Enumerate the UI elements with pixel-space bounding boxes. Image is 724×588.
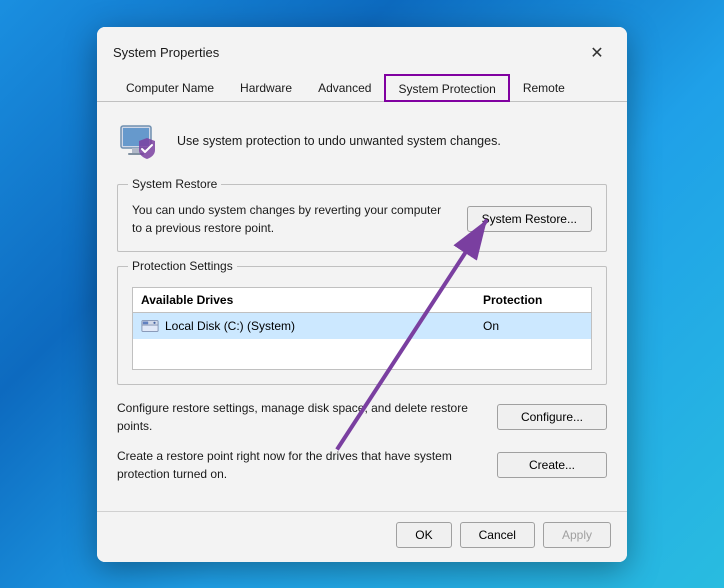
col-drive-header: Available Drives (141, 293, 483, 307)
restore-row: You can undo system changes by reverting… (132, 201, 592, 237)
cancel-button[interactable]: Cancel (460, 522, 535, 548)
system-properties-dialog: System Properties ✕ Computer Name Hardwa… (97, 27, 627, 562)
table-row[interactable]: Local Disk (C:) (System) On (133, 313, 591, 339)
configure-button[interactable]: Configure... (497, 404, 607, 430)
restore-description: You can undo system changes by reverting… (132, 201, 451, 237)
create-button[interactable]: Create... (497, 452, 607, 478)
dialog-footer: OK Cancel Apply (97, 511, 627, 562)
create-row: Create a restore point right now for the… (117, 447, 607, 483)
configure-row: Configure restore settings, manage disk … (117, 399, 607, 435)
system-restore-section: System Restore You can undo system chang… (117, 184, 607, 252)
title-bar: System Properties ✕ (97, 27, 627, 67)
tab-system-protection[interactable]: System Protection (384, 74, 509, 102)
table-empty-space (133, 339, 591, 369)
tab-remote[interactable]: Remote (510, 74, 578, 102)
ok-button[interactable]: OK (396, 522, 451, 548)
col-protection-header: Protection (483, 293, 583, 307)
tab-hardware[interactable]: Hardware (227, 74, 305, 102)
drive-name: Local Disk (C:) (System) (165, 319, 295, 333)
shield-icon (117, 118, 165, 166)
header-section: Use system protection to undo unwanted s… (117, 118, 607, 166)
drive-cell: Local Disk (C:) (System) (141, 319, 483, 333)
table-header: Available Drives Protection (133, 288, 591, 313)
create-description: Create a restore point right now for the… (117, 447, 481, 483)
configure-description: Configure restore settings, manage disk … (117, 399, 481, 435)
tab-bar: Computer Name Hardware Advanced System P… (97, 73, 627, 102)
tab-computer-name[interactable]: Computer Name (113, 74, 227, 102)
dialog-content: Use system protection to undo unwanted s… (97, 102, 627, 511)
close-button[interactable]: ✕ (583, 39, 611, 67)
tab-advanced[interactable]: Advanced (305, 74, 384, 102)
dialog-title: System Properties (113, 45, 219, 60)
apply-button[interactable]: Apply (543, 522, 611, 548)
system-restore-label: System Restore (128, 177, 221, 191)
header-text: Use system protection to undo unwanted s… (177, 133, 501, 151)
protection-settings-section: Protection Settings Available Drives Pro… (117, 266, 607, 385)
drive-icon (141, 319, 159, 333)
protection-table: Available Drives Protection (132, 287, 592, 370)
system-restore-button[interactable]: System Restore... (467, 206, 592, 232)
protection-status: On (483, 319, 583, 333)
protection-settings-label: Protection Settings (128, 259, 237, 273)
